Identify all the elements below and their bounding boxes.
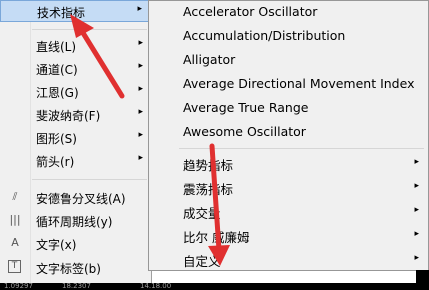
price-readout: 1.09297: [4, 282, 33, 290]
menu-item-label: 安德鲁分叉线(A): [36, 192, 126, 206]
time-readout: 14.18.00: [140, 282, 172, 290]
submenu-item-label: Average True Range: [183, 100, 309, 115]
submenu-arrow-icon: ▸: [414, 253, 419, 263]
menu-item-technical-indicators[interactable]: 技术指标 ▸: [0, 0, 151, 22]
submenu-item-label: 成交量: [183, 206, 221, 221]
cycle-lines-icon: |||: [9, 213, 21, 226]
submenu-item-label: Average Directional Movement Index: [183, 76, 415, 91]
submenu-item-bill-williams[interactable]: 比尔 威廉姆 ▸: [149, 224, 428, 248]
submenu-item-trend[interactable]: 趋势指标 ▸: [149, 152, 428, 176]
menu-item-text[interactable]: A 文字(x): [0, 233, 151, 255]
submenu-arrow-icon: ▸: [138, 84, 143, 94]
menu-item-label: 循环周期线(y): [36, 215, 113, 229]
submenu-arrow-icon: ▸: [414, 157, 419, 167]
menu-item-channels[interactable]: 通道(C) ▸: [0, 58, 151, 80]
menu-item-label: 直线(L): [36, 40, 77, 54]
menu-item-label: 箭头(r): [36, 155, 75, 169]
submenu-item-custom[interactable]: 自定义 ▸: [149, 248, 428, 272]
submenu-item-label: Awesome Oscillator: [183, 124, 306, 139]
submenu-item-accumulation-distribution[interactable]: Accumulation/Distribution: [149, 25, 428, 49]
submenu-arrow-icon: ▸: [414, 181, 419, 191]
submenu-item-label: 比尔 威廉姆: [183, 230, 250, 245]
menu-item-fibonacci[interactable]: 斐波纳奇(F) ▸: [0, 104, 151, 126]
indicators-submenu: Accelerator Oscillator Accumulation/Dist…: [148, 0, 429, 271]
submenu-arrow-icon: ▸: [138, 38, 143, 48]
price-readout: 18.2307: [62, 282, 91, 290]
submenu-item-label: Alligator: [183, 52, 236, 67]
context-menu: 技术指标 ▸ 直线(L) ▸ 通道(C) ▸ 江恩(G) ▸ 斐波纳奇(F) ▸…: [0, 0, 152, 283]
menu-item-text-label[interactable]: T 文字标签(b): [0, 257, 151, 279]
menu-item-label: 文字(x): [36, 238, 77, 252]
submenu-arrow-icon: ▸: [414, 205, 419, 215]
pitchfork-icon: ⫽: [12, 190, 18, 203]
text-label-icon: T: [8, 260, 21, 273]
submenu-arrow-icon: ▸: [414, 229, 419, 239]
menu-item-andrews-pitchfork[interactable]: ⫽ 安德鲁分叉线(A): [0, 187, 151, 209]
menu-separator: [179, 148, 424, 149]
submenu-item-label: 震荡指标: [183, 182, 234, 197]
submenu-item-oscillators[interactable]: 震荡指标 ▸: [149, 176, 428, 200]
submenu-item-alligator[interactable]: Alligator: [149, 49, 428, 73]
submenu-item-volumes[interactable]: 成交量 ▸: [149, 200, 428, 224]
submenu-item-label: Accumulation/Distribution: [183, 28, 346, 43]
menu-item-gann[interactable]: 江恩(G) ▸: [0, 81, 151, 103]
menu-separator: [32, 179, 147, 180]
menu-item-label: 技术指标: [37, 6, 86, 20]
submenu-item-adx[interactable]: Average Directional Movement Index: [149, 73, 428, 97]
submenu-arrow-icon: ▸: [138, 153, 143, 163]
menu-item-lines[interactable]: 直线(L) ▸: [0, 35, 151, 57]
submenu-item-label: Accelerator Oscillator: [183, 4, 318, 19]
submenu-item-awesome-oscillator[interactable]: Awesome Oscillator: [149, 121, 428, 145]
menu-item-cycle-lines[interactable]: ||| 循环周期线(y): [0, 210, 151, 232]
submenu-item-label: 趋势指标: [183, 158, 234, 173]
text-icon: A: [11, 236, 19, 249]
menu-item-label: 江恩(G): [36, 86, 79, 100]
submenu-item-label: 自定义: [183, 254, 221, 269]
menu-separator: [32, 29, 147, 30]
menu-item-label: 图形(S): [36, 132, 77, 146]
menu-item-label: 文字标签(b): [36, 262, 101, 276]
submenu-item-atr[interactable]: Average True Range: [149, 97, 428, 121]
menu-item-shapes[interactable]: 图形(S) ▸: [0, 127, 151, 149]
menu-item-label: 斐波纳奇(F): [36, 109, 101, 123]
submenu-arrow-icon: ▸: [137, 4, 142, 14]
submenu-arrow-icon: ▸: [138, 61, 143, 71]
submenu-arrow-icon: ▸: [138, 130, 143, 140]
menu-item-arrows[interactable]: 箭头(r) ▸: [0, 150, 151, 172]
submenu-arrow-icon: ▸: [138, 107, 143, 117]
menu-item-label: 通道(C): [36, 63, 78, 77]
submenu-item-accelerator-oscillator[interactable]: Accelerator Oscillator: [149, 1, 428, 25]
